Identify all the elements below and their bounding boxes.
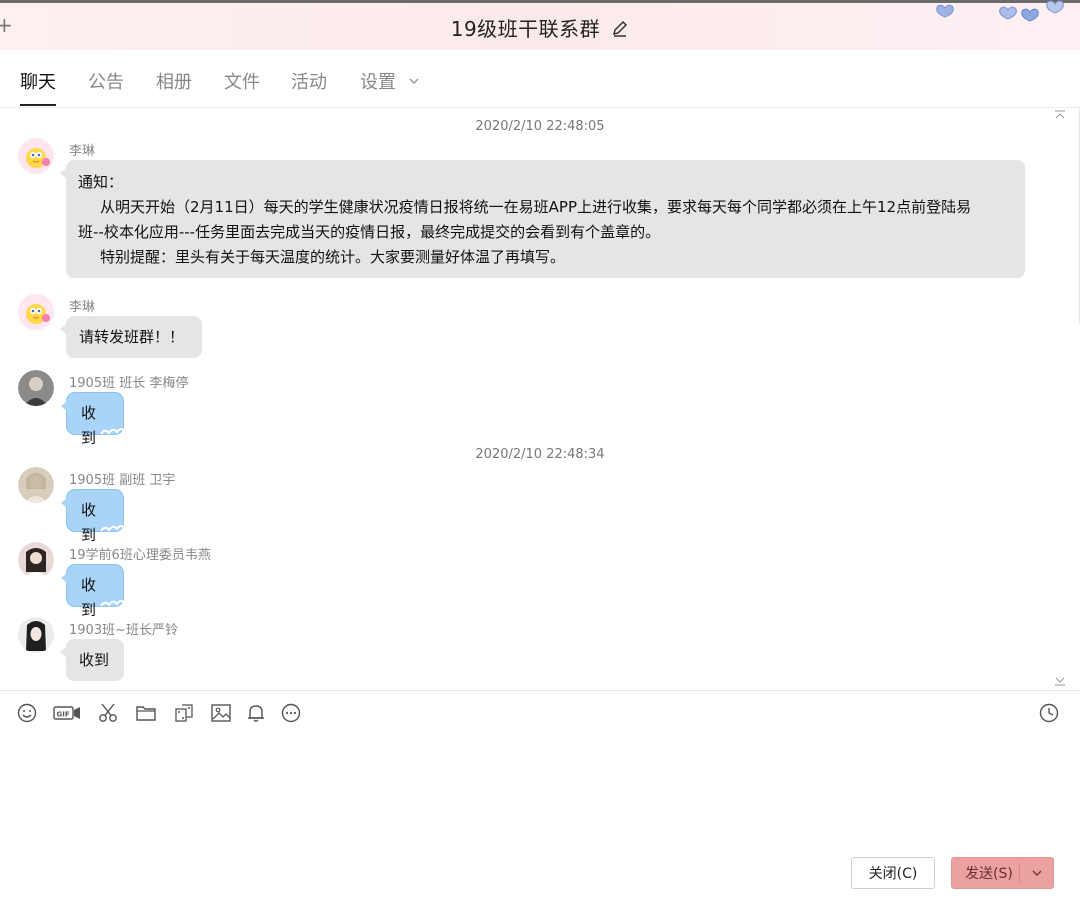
message-line: 通知： xyxy=(78,173,124,191)
chevron-down-icon[interactable] xyxy=(1030,866,1044,880)
tab-settings-label: 设置 xyxy=(360,72,396,93)
wave-decoration-icon xyxy=(100,600,126,607)
tab-activity[interactable]: 活动 xyxy=(291,68,327,106)
sender-name: 李琳 xyxy=(69,144,96,159)
message-bubble[interactable]: 收到 xyxy=(61,489,126,544)
compose-toolbar: GIF xyxy=(0,700,1080,728)
avatar[interactable] xyxy=(18,542,54,578)
avatar[interactable] xyxy=(18,467,54,503)
tab-chat[interactable]: 聊天 xyxy=(20,68,56,106)
hearts-decoration-icon xyxy=(936,0,1064,22)
sender-name: 19学前6班心理委员韦燕 xyxy=(69,548,211,563)
tab-album[interactable]: 相册 xyxy=(156,68,192,106)
compose-divider xyxy=(0,690,1080,691)
avatar[interactable] xyxy=(18,294,54,330)
chevron-down-icon xyxy=(409,78,419,84)
scroll-down-icon[interactable] xyxy=(1054,676,1066,686)
scissors-icon[interactable] xyxy=(97,702,119,724)
tab-settings[interactable]: 设置 xyxy=(360,68,420,106)
message-bubble[interactable]: 请转发班群！！ xyxy=(60,316,202,358)
dice-icon[interactable] xyxy=(173,702,195,724)
more-icon[interactable] xyxy=(280,702,302,724)
message-text: 收到 xyxy=(81,404,97,447)
message-line: 班--校本化应用---任务里面去完成当天的疫情日报，最终完成提交的会看到有个盖章… xyxy=(78,223,661,241)
sender-name: 1903班~班长严铃 xyxy=(69,623,178,638)
bell-icon[interactable] xyxy=(245,702,267,724)
avatar[interactable] xyxy=(18,617,54,653)
message-text: 收到 xyxy=(81,576,97,619)
avatar[interactable] xyxy=(18,370,54,406)
message-bubble[interactable]: 通知： 从明天开始（2月11日）每天的学生健康状况疫情日报将统一在易班APP上进… xyxy=(60,160,1025,278)
title-bar: + 19级班干联系群 xyxy=(0,0,1080,50)
message-input[interactable] xyxy=(16,740,1064,840)
close-button[interactable]: 关闭(C) xyxy=(851,857,935,889)
timestamp: 2020/2/10 22:48:34 xyxy=(475,447,605,462)
send-separator xyxy=(1019,863,1020,883)
message-bubble[interactable]: 收到 xyxy=(60,639,124,681)
sender-name: 1905班 副班 卫宇 xyxy=(69,473,176,488)
clock-icon[interactable] xyxy=(1038,702,1060,724)
message-line: 特别提醒：里头有关于每天温度的统计。大家要测量好体温了再填写。 xyxy=(100,248,566,266)
smile-icon[interactable] xyxy=(16,702,38,724)
tab-files[interactable]: 文件 xyxy=(224,68,260,106)
window-title: 19级班干联系群 xyxy=(450,17,601,41)
wave-decoration-icon xyxy=(100,525,126,532)
message-bubble[interactable]: 收到 xyxy=(61,564,126,619)
tab-bar: 聊天 公告 相册 文件 活动 设置 xyxy=(0,50,1080,108)
folder-icon[interactable] xyxy=(135,702,157,724)
gif-icon[interactable]: GIF xyxy=(53,702,81,724)
sender-name: 李琳 xyxy=(69,300,96,315)
message-bubble[interactable]: 收到 xyxy=(61,392,126,447)
edit-icon[interactable] xyxy=(611,20,629,38)
avatar[interactable] xyxy=(18,138,54,174)
wave-decoration-icon xyxy=(100,428,126,435)
window-edge xyxy=(1076,108,1080,323)
image-icon[interactable] xyxy=(210,702,232,724)
tab-announcement[interactable]: 公告 xyxy=(88,68,124,106)
timestamp: 2020/2/10 22:48:05 xyxy=(475,119,605,134)
svg-text:GIF: GIF xyxy=(57,711,70,719)
sender-name: 1905班 班长 李梅停 xyxy=(69,376,189,391)
message-line: 从明天开始（2月11日）每天的学生健康状况疫情日报将统一在易班APP上进行收集，… xyxy=(100,198,972,216)
message-text: 收到 xyxy=(81,501,97,544)
